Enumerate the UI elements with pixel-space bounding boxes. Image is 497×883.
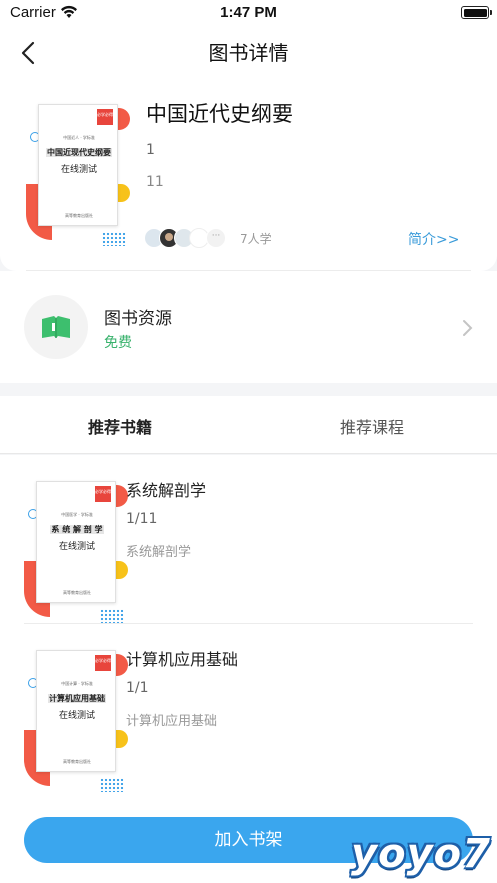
book-open-icon [42, 316, 70, 338]
cover-publisher: 高等教育出版社 [65, 213, 93, 218]
dots-decoration [102, 232, 126, 246]
cover-page: 必学必得 中国医学 · 学标准 系 统 解 剖 学 在线测试 高等教育出版社 [36, 481, 116, 603]
status-bar: Carrier 1:47 PM [0, 0, 497, 26]
cover-badge: 必学必得 [95, 486, 111, 502]
cover-small-line: 中国医学 · 学标准 [61, 512, 93, 517]
cover-subtitle: 在线测试 [60, 165, 97, 175]
dots-decoration [100, 778, 124, 792]
book-meta-secondary: 11 [146, 174, 164, 190]
cover-title: 系 统 解 剖 学 [37, 524, 117, 535]
resource-icon-circle [24, 295, 88, 359]
resource-title: 图书资源 [104, 309, 172, 329]
book-cover[interactable]: 必学必得 中国近人 · 学标准 中国近现代史纲要 在线测试 高等教育出版社 [26, 104, 136, 246]
cover-publisher: 高等教育出版社 [63, 590, 91, 595]
tabs-bar: 推荐书籍 推荐课程 [0, 396, 497, 454]
book-cover: 必学必得 中国计算 · 学标准 计算机应用基础 在线测试 高等教育出版社 [24, 650, 134, 792]
list-item[interactable]: 必学必得 中国医学 · 学标准 系 统 解 剖 学 在线测试 高等教育出版社 系… [0, 455, 497, 624]
book-cover: 必学必得 中国医学 · 学标准 系 统 解 剖 学 在线测试 高等教育出版社 [24, 481, 134, 623]
yellow-tab-decoration [114, 561, 128, 579]
cover-subtitle: 在线测试 [58, 542, 95, 552]
cover-title: 计算机应用基础 [37, 693, 117, 704]
list-item[interactable]: 必学必得 中国计算 · 学标准 计算机应用基础 在线测试 高等教育出版社 计算机… [0, 624, 497, 792]
chevron-right-icon [463, 320, 473, 336]
list-item-title: 计算机应用基础 [126, 650, 239, 669]
learner-avatars: ··· [144, 228, 234, 248]
cover-badge: 必学必得 [97, 109, 113, 125]
learner-count: 7人学 [240, 232, 272, 246]
page-title: 图书详情 [208, 41, 289, 65]
cover-title-text: 计算机应用基础 [48, 694, 106, 703]
cover-small-line: 中国计算 · 学标准 [61, 681, 93, 686]
list-item-title: 系统解剖学 [126, 481, 207, 500]
bottom-action-area: 加入书架 yoyo7 [0, 800, 497, 883]
list-item-desc: 系统解剖学 [126, 545, 192, 560]
list-item-desc: 计算机应用基础 [126, 714, 218, 729]
cover-title-text: 系 统 解 剖 学 [50, 525, 104, 534]
yellow-tab-decoration [114, 730, 128, 748]
recommended-book-list: 必学必得 中国医学 · 学标准 系 统 解 剖 学 在线测试 高等教育出版社 系… [0, 455, 497, 800]
battery-icon [461, 6, 492, 19]
cover-subtitle: 在线测试 [58, 711, 95, 721]
list-item-count: 1/1 [126, 680, 149, 696]
cover-title: 中国近现代史纲要 [39, 147, 119, 158]
more-avatars-icon: ··· [206, 228, 226, 248]
cover-page: 必学必得 中国近人 · 学标准 中国近现代史纲要 在线测试 高等教育出版社 [38, 104, 118, 226]
list-item-count: 1/11 [126, 511, 158, 527]
cover-page: 必学必得 中国计算 · 学标准 计算机应用基础 在线测试 高等教育出版社 [36, 650, 116, 772]
tab-recommended-books[interactable]: 推荐书籍 [88, 414, 152, 438]
cover-small-line: 中国近人 · 学标准 [63, 135, 95, 140]
book-resource-row[interactable]: 图书资源 免费 [0, 271, 497, 383]
cover-title-text: 中国近现代史纲要 [46, 148, 112, 157]
book-title: 中国近代史纲要 [146, 102, 293, 126]
cover-publisher: 高等教育出版社 [63, 759, 91, 764]
navigation-bar: 图书详情 [0, 26, 497, 76]
cover-badge: 必学必得 [95, 655, 111, 671]
book-header-card: 必学必得 中国近人 · 学标准 中国近现代史纲要 在线测试 高等教育出版社 中国… [0, 76, 497, 271]
clock-label: 1:47 PM [220, 4, 277, 21]
book-meta-primary: 1 [146, 142, 155, 158]
resource-price: 免费 [104, 335, 132, 351]
watermark-logo: yoyo7 [351, 831, 491, 877]
intro-link[interactable]: 简介>> [408, 229, 459, 249]
tab-recommended-courses[interactable]: 推荐课程 [340, 414, 404, 438]
red-tab-decoration [116, 108, 130, 130]
yellow-tab-decoration [116, 184, 130, 202]
dots-decoration [100, 609, 124, 623]
